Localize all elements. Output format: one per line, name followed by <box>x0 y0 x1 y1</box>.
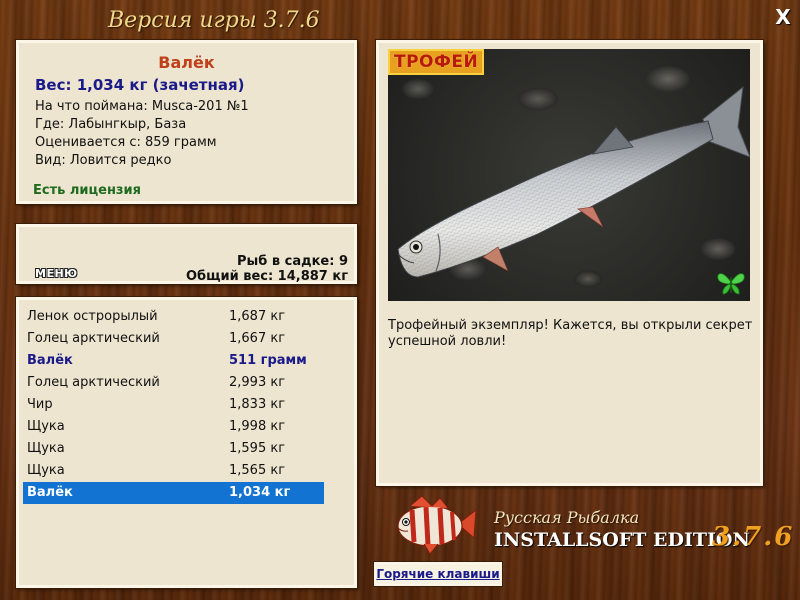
license-status: Есть лицензия <box>33 183 141 198</box>
fish-count: Рыб в садке: 9 <box>236 254 348 269</box>
hotkeys-button[interactable]: Горячие клавиши <box>374 562 502 586</box>
catch-row[interactable]: Валёк 1,034 кг <box>23 482 324 504</box>
trophy-description: Трофейный экземпляр! Кажется, вы открыли… <box>388 318 753 349</box>
catch-fish-weight: 1,034 кг <box>229 485 291 500</box>
fish-image <box>397 85 750 278</box>
perch-logo-icon <box>397 495 477 555</box>
catch-row[interactable]: Щука 1,565 кг <box>23 460 324 482</box>
catch-fish-name: Валёк <box>27 485 73 500</box>
fish-details: На что поймана: Musca-201 №1 Где: Лабынг… <box>35 98 338 170</box>
catch-fish-name: Голец арктический <box>27 331 160 346</box>
version-title: Версия игры 3.7.6 <box>108 8 320 33</box>
catch-fish-weight: 511 грамм <box>229 353 307 368</box>
fish-photo: ТРОФЕЙ <box>388 49 750 301</box>
catch-row[interactable]: Голец арктический 1,667 кг <box>23 328 324 350</box>
caught-where: Где: Лабынгкыр, База <box>35 117 187 132</box>
catch-fish-name: Валёк <box>27 353 73 368</box>
catch-fish-name: Щука <box>27 463 65 478</box>
catch-row[interactable]: Голец арктический 2,993 кг <box>23 372 324 394</box>
catch-row[interactable]: Щука 1,595 кг <box>23 438 324 460</box>
catch-fish-weight: 1,833 кг <box>229 397 286 412</box>
catch-fish-weight: 1,687 кг <box>229 309 286 324</box>
catch-row[interactable]: Щука 1,998 кг <box>23 416 324 438</box>
trophy-label: ТРОФЕЙ <box>388 49 485 75</box>
catch-list-panel: Ленок острорылый 1,687 кг Голец арктически… <box>16 297 357 588</box>
species-rarity: Вид: Ловится редко <box>35 153 172 168</box>
catch-fish-weight: 1,595 кг <box>229 441 286 456</box>
logo-version: 3.7.6 <box>712 522 795 552</box>
fish-name: Валёк <box>158 53 215 72</box>
catch-fish-weight: 1,565 кг <box>229 463 286 478</box>
catch-list: Ленок острорылый 1,687 кг Голец арктически… <box>19 306 354 504</box>
catch-fish-weight: 1,998 кг <box>229 419 286 434</box>
menu-button[interactable]: МЕНЮ <box>35 267 78 280</box>
caught-on: На что поймана: Musca-201 №1 <box>35 99 249 114</box>
catch-fish-name: Щука <box>27 441 65 456</box>
close-button[interactable]: X <box>772 6 794 28</box>
catch-fish-name: Голец арктический <box>27 375 160 390</box>
fish-info-panel: Валёк Вес: 1,034 кг (зачетная) На что по… <box>16 40 357 204</box>
catch-row[interactable]: Ленок острорылый 1,687 кг <box>23 306 324 328</box>
catch-row[interactable]: Валёк 511 грамм <box>23 350 324 372</box>
catch-fish-name: Чир <box>27 397 53 412</box>
catch-fish-name: Ленок острорылый <box>27 309 158 324</box>
rated-from: Оценивается с: 859 грамм <box>35 135 217 150</box>
fish-photo-panel: ТРОФЕЙ Трофейный экземпляр! Кажется, вы … <box>376 40 763 486</box>
total-weight: Общий вес: 14,887 кг <box>185 269 348 284</box>
keepnet-panel: МЕНЮ Рыб в садке: 9 Общий вес: 14,887 кг <box>16 224 357 284</box>
catch-fish-weight: 1,667 кг <box>229 331 286 346</box>
fish-weight: Вес: 1,034 кг (зачетная) <box>35 76 245 94</box>
catch-fish-weight: 2,993 кг <box>229 375 286 390</box>
catch-fish-name: Щука <box>27 419 65 434</box>
butterfly-icon <box>717 273 745 295</box>
keepnet-stats: Рыб в садке: 9 Общий вес: 14,887 кг <box>186 254 348 284</box>
logo-subtitle: Русская Рыбалка <box>494 508 640 527</box>
catch-row[interactable]: Чир 1,833 кг <box>23 394 324 416</box>
